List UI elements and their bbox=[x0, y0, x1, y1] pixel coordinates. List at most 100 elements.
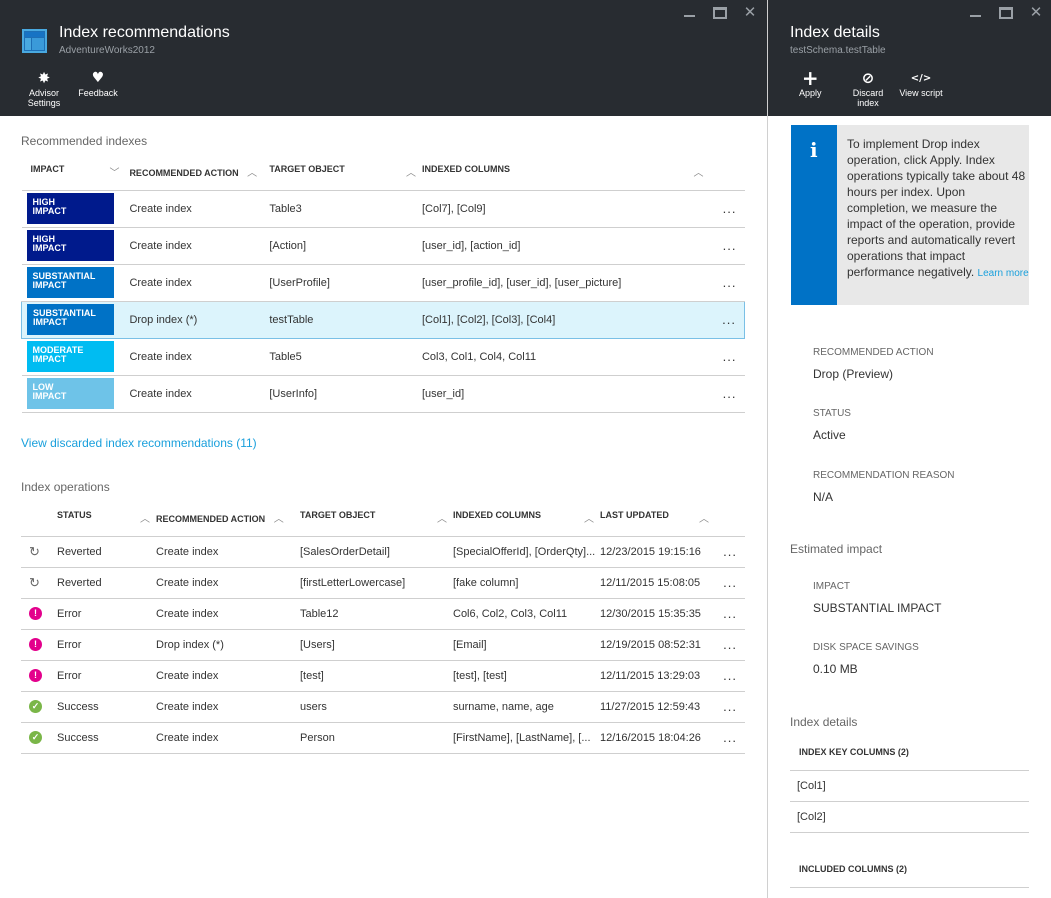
action-cell: Drop index (*) bbox=[156, 629, 300, 661]
apply-button[interactable]: + Apply bbox=[799, 66, 822, 98]
prohibited-icon: ⊘ bbox=[861, 69, 875, 87]
status-cell: Error bbox=[49, 629, 156, 661]
close-icon[interactable]: ✕ bbox=[1021, 3, 1051, 23]
index-recommendations-blade: ✕ Index recommendations AdventureWorks20… bbox=[0, 0, 767, 898]
target-cell: Table3 bbox=[269, 190, 422, 228]
plus-icon: + bbox=[801, 66, 819, 90]
chevron-up-icon[interactable]: ︿ bbox=[694, 164, 704, 179]
target-cell: [firstLetterLowercase] bbox=[300, 567, 453, 599]
columns-cell: Col3, Col1, Col4, Col11 bbox=[421, 338, 714, 376]
recommended-action-label: RECOMMENDED ACTION bbox=[813, 347, 934, 358]
more-options-button[interactable]: ... bbox=[715, 691, 745, 723]
table-row[interactable]: MODERATE IMPACT Create index Table5 Col3,… bbox=[21, 338, 745, 376]
target-cell: Table5 bbox=[269, 338, 422, 376]
table-row[interactable]: SUBSTANTIAL IMPACT Create index [UserProf… bbox=[21, 264, 745, 302]
more-options-button[interactable]: ... bbox=[715, 660, 745, 692]
apply-label: Apply bbox=[799, 88, 822, 98]
key-column-item: [Col1] bbox=[797, 780, 826, 792]
chevron-up-icon[interactable]: ︿ bbox=[584, 510, 594, 525]
more-options-button[interactable]: ... bbox=[713, 375, 745, 413]
table-row[interactable]: HIGH IMPACT Create index [Action] [user_i… bbox=[21, 227, 745, 265]
more-options-button[interactable]: ... bbox=[713, 190, 745, 228]
learn-more-link[interactable]: Learn more bbox=[978, 268, 1029, 279]
more-options-button[interactable]: ... bbox=[713, 300, 745, 339]
chevron-up-icon[interactable]: ︿ bbox=[699, 510, 709, 525]
updated-cell: 12/23/2015 19:15:16 bbox=[600, 536, 715, 568]
more-options-button[interactable]: ... bbox=[713, 264, 745, 302]
impact-badge: SUBSTANTIAL IMPACT bbox=[26, 267, 114, 298]
columns-cell: Col6, Col2, Col3, Col11 bbox=[453, 598, 600, 630]
more-options-button[interactable]: ... bbox=[713, 338, 745, 376]
table-row[interactable]: ! Error Drop index (*) [Users] [Email] 1… bbox=[21, 629, 745, 661]
action-cell: Create index bbox=[125, 375, 270, 413]
discard-label-2: index bbox=[857, 98, 879, 108]
disk-space-label: DISK SPACE SAVINGS bbox=[813, 642, 919, 653]
target-cell: [test] bbox=[300, 660, 453, 692]
reverted-icon: ↻ bbox=[29, 543, 40, 559]
status-cell: Reverted bbox=[49, 536, 156, 568]
impact-badge: SUBSTANTIAL IMPACT bbox=[27, 304, 114, 335]
maximize-icon[interactable] bbox=[705, 3, 735, 23]
more-options-button[interactable]: ... bbox=[715, 629, 745, 661]
columns-cell: [test], [test] bbox=[453, 660, 600, 692]
impact-badge: HIGH IMPACT bbox=[26, 193, 114, 224]
column-header-impact[interactable]: IMPACT ﹀ bbox=[21, 153, 126, 191]
more-options-button[interactable]: ... bbox=[715, 598, 745, 630]
close-icon[interactable]: ✕ bbox=[735, 3, 765, 23]
estimated-impact-title: Estimated impact bbox=[790, 542, 883, 556]
more-options-button[interactable]: ... bbox=[715, 722, 745, 754]
status-cell: Success bbox=[49, 691, 156, 723]
column-header-target[interactable]: TARGET OBJECT ︿ bbox=[300, 499, 453, 537]
column-header-updated[interactable]: LAST UPDATED ︿ bbox=[600, 499, 715, 537]
view-discarded-link[interactable]: View discarded index recommendations (11… bbox=[21, 436, 257, 450]
column-header-status[interactable]: STATUS ︿ bbox=[49, 499, 156, 537]
status-cell: Reverted bbox=[49, 567, 156, 599]
target-cell: [Users] bbox=[300, 629, 453, 661]
view-script-label: View script bbox=[899, 88, 943, 98]
columns-cell: [Col7], [Col9] bbox=[421, 190, 714, 228]
more-options-button[interactable]: ... bbox=[715, 536, 745, 568]
column-header-action[interactable]: RECOMMENDED ACTION ︿ bbox=[156, 499, 300, 537]
error-icon: ! bbox=[29, 607, 42, 620]
table-row[interactable]: ✓ Success Create index Person [FirstName… bbox=[21, 722, 745, 754]
column-header-columns[interactable]: INDEXED COLUMNS ︿ bbox=[421, 153, 714, 191]
table-row[interactable]: ✓ Success Create index users surname, na… bbox=[21, 691, 745, 723]
included-columns-header: INCLUDED COLUMNS (2) bbox=[799, 864, 907, 874]
discard-index-button[interactable]: ⊘ Discard index bbox=[850, 69, 886, 108]
table-row[interactable]: ! Error Create index [test] [test], [tes… bbox=[21, 660, 745, 692]
more-options-button[interactable]: ... bbox=[715, 567, 745, 599]
column-header-columns[interactable]: INDEXED COLUMNS ︿ bbox=[453, 499, 600, 537]
table-row[interactable]: ↻ Reverted Create index [firstLetterLowe… bbox=[21, 567, 745, 599]
columns-header-label: INDEXED COLUMNS bbox=[453, 509, 542, 520]
recommendation-reason-value: N/A bbox=[813, 490, 834, 504]
advisor-settings-button[interactable]: ✸ Advisor Settings bbox=[26, 69, 62, 108]
table-row-selected[interactable]: SUBSTANTIAL IMPACT Drop index (*) testTab… bbox=[21, 300, 745, 339]
target-cell: testTable bbox=[269, 300, 422, 339]
impact-label: IMPACT bbox=[813, 581, 851, 592]
action-header-label: RECOMMENDED ACTION bbox=[156, 513, 266, 524]
chevron-up-icon[interactable]: ︿ bbox=[274, 514, 284, 525]
maximize-icon[interactable] bbox=[991, 3, 1021, 23]
chevron-up-icon[interactable]: ︿ bbox=[140, 510, 150, 525]
chevron-up-icon[interactable]: ︿ bbox=[437, 510, 447, 525]
disk-space-value: 0.10 MB bbox=[813, 662, 858, 676]
feedback-button[interactable]: ♥ Feedback bbox=[78, 70, 118, 98]
columns-header-label: INDEXED COLUMNS bbox=[421, 163, 510, 174]
action-cell: Create index bbox=[156, 660, 300, 692]
column-header-action[interactable]: RECOMMENDED ACTION ︿ bbox=[125, 153, 270, 191]
more-options-button[interactable]: ... bbox=[713, 227, 745, 265]
table-row[interactable]: HIGH IMPACT Create index Table3 [Col7], [… bbox=[21, 190, 745, 228]
chevron-up-icon[interactable]: ︿ bbox=[406, 164, 416, 179]
chevron-up-icon[interactable]: ︿ bbox=[247, 168, 257, 179]
blade-logo-icon bbox=[22, 29, 47, 53]
table-row[interactable]: ↻ Reverted Create index [SalesOrderDetai… bbox=[21, 536, 745, 568]
view-script-button[interactable]: </> View script bbox=[898, 70, 944, 99]
minimize-icon[interactable] bbox=[961, 3, 991, 23]
minimize-icon[interactable] bbox=[675, 3, 705, 23]
columns-cell: [user_id], [action_id] bbox=[421, 227, 714, 265]
blade-header: ✕ Index recommendations AdventureWorks20… bbox=[0, 0, 767, 116]
table-row[interactable]: LOW IMPACT Create index [UserInfo] [user_… bbox=[21, 375, 745, 413]
column-header-target[interactable]: TARGET OBJECT ︿ bbox=[269, 153, 422, 191]
table-row[interactable]: ! Error Create index Table12 Col6, Col2,… bbox=[21, 598, 745, 630]
chevron-down-icon[interactable]: ﹀ bbox=[109, 164, 119, 179]
